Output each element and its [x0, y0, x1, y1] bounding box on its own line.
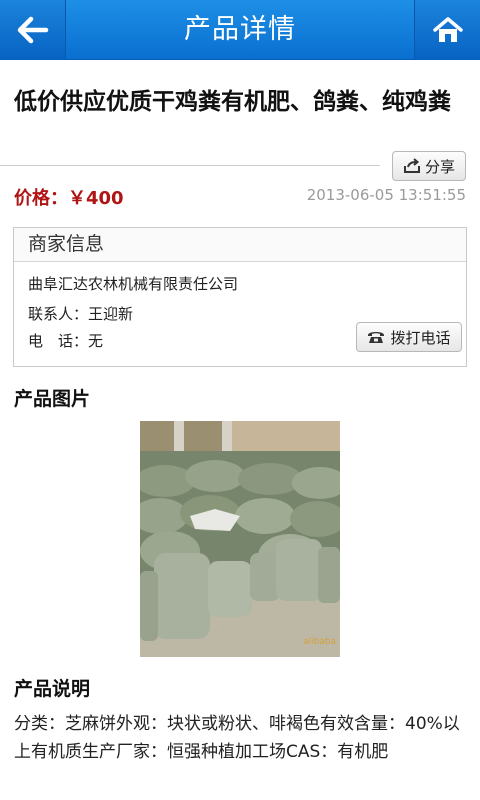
- price-label: 价格：: [14, 188, 68, 209]
- phone-label: 电 话：: [28, 332, 89, 350]
- contact-name: 王迎新: [88, 305, 134, 323]
- product-photo[interactable]: alibaba: [140, 421, 340, 657]
- merchant-phone: 电 话：无: [28, 330, 103, 351]
- call-label: 拨打电话: [390, 328, 451, 347]
- share-icon: [403, 158, 420, 173]
- back-button[interactable]: [0, 0, 66, 60]
- product-title: 低价供应优质干鸡粪有机肥、鸽粪、纯鸡粪: [14, 89, 451, 115]
- page-title: 产品详情: [184, 14, 296, 45]
- photo-watermark: alibaba: [303, 637, 336, 647]
- share-button[interactable]: 分享: [392, 151, 466, 181]
- divider: [0, 165, 380, 166]
- home-button[interactable]: [414, 0, 480, 60]
- contact-label: 联系人：: [28, 305, 89, 323]
- top-bar: 产品详情: [0, 0, 480, 60]
- product-images-heading: 产品图片: [14, 388, 91, 410]
- price: 价格：￥400: [14, 184, 124, 210]
- phone-value: 无: [88, 332, 104, 350]
- price-value: ￥400: [68, 188, 124, 209]
- home-icon: [432, 17, 463, 42]
- arrow-left-icon: [17, 16, 48, 44]
- sacks-image: [140, 421, 340, 657]
- share-label: 分享: [424, 157, 455, 176]
- post-date: 2013-06-05 13:51:55: [306, 186, 466, 204]
- call-button[interactable]: 拨打电话: [356, 322, 462, 352]
- merchant-info-card: 商家信息 曲阜汇达农林机械有限责任公司 联系人：王迎新 电 话：无 拨打电话: [13, 227, 467, 367]
- product-description-text: 分类：芝麻饼外观：块状或粉状、啡褐色有效含量：40%以上有机质生产厂家：恒强种植…: [14, 714, 460, 762]
- merchant-heading: 商家信息: [14, 228, 466, 262]
- phone-icon: [368, 332, 385, 343]
- merchant-company: 曲阜汇达农林机械有限责任公司: [28, 275, 239, 293]
- product-description-heading: 产品说明: [14, 678, 91, 700]
- merchant-contact: 联系人：王迎新: [28, 303, 133, 324]
